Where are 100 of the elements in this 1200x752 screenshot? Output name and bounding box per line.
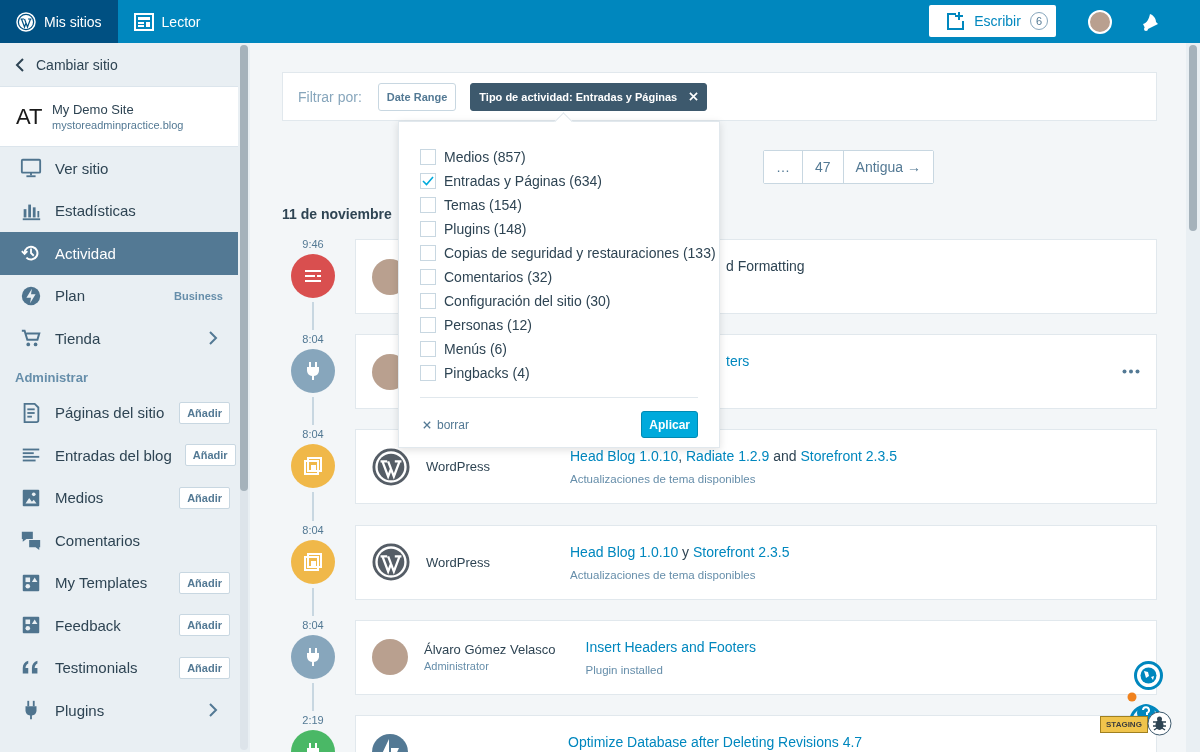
title-text: and [772,448,798,465]
activity-link[interactable]: Insert Headers and Footers [585,638,756,655]
activity-link[interactable]: Storefront 2.3.5 [693,543,790,560]
checkbox[interactable] [420,149,436,165]
sidebar-item-label: Estadísticas [55,202,137,220]
more-icon[interactable] [1122,369,1140,375]
reader-icon [133,12,154,31]
scrollbar-thumb[interactable] [240,45,248,491]
checkbox[interactable] [420,317,436,333]
speech-bubbles-icon [20,529,42,552]
layout-icon [303,551,323,572]
event-time: 9:46 [302,239,324,252]
sidebar-item-label: Páginas del sitio [55,404,166,422]
add-button[interactable]: Añadir [179,614,230,637]
checkbox-label: Copias de seguridad y restauraciones (133) [444,245,716,261]
section-heading: Administrar [14,368,89,387]
add-button[interactable]: Añadir [179,486,230,509]
site-name: My Demo Site [52,102,135,117]
activity-link[interactable]: Radiate 1.2.9 [686,448,770,465]
sidebar-item-label: Medios [55,489,105,507]
checkbox-label: Configuración del sitio (30) [444,293,611,309]
bolt-circle-icon [20,284,42,307]
checkmark-icon [422,176,434,186]
close-icon [423,420,431,429]
activity-link[interactable]: Head Blog 1.0.10 [570,543,679,560]
chevron-left-icon [14,56,26,73]
filter-button[interactable]: Tipo de actividad: Entradas y Páginas [470,82,708,111]
close-icon [689,92,699,101]
actor-name: Álvaro Gómez Velasco [424,642,556,658]
checkbox[interactable] [420,341,436,357]
plan-label: Business [174,289,223,302]
layout-icon [303,456,323,477]
checkbox[interactable] [420,269,436,285]
checkbox-label: Comentarios (32) [444,269,553,285]
actor-name: WordPress [426,459,492,475]
sidebar-item[interactable]: Estadísticas [0,189,238,232]
pagination-button[interactable]: … [764,151,803,183]
sidebar-item[interactable]: My Templates Añadir [0,561,238,604]
activity-link[interactable]: Optimize Database after Deleting Revisions 4.7 [568,733,863,750]
filter-label: Filtrar por: [298,88,362,105]
site-card[interactable]: AT My Demo Site mystoreadminpractice.blog [0,86,238,147]
apply-button[interactable]: Aplicar [641,411,698,438]
sidebar-item-label: Ver sitio [55,159,110,177]
sidebar-item[interactable]: Plugins [0,689,238,732]
sidebar-item[interactable]: Entradas del blog Añadir [0,434,238,477]
notification-bell-icon [1140,11,1160,32]
checkbox[interactable] [420,197,436,213]
checkbox-label: Medios (857) [444,149,526,165]
sidebar-item[interactable]: Comentarios [0,519,238,562]
reader-tab[interactable]: Lector [117,0,215,43]
monitor-icon [20,157,42,180]
sidebar-item[interactable]: Tienda [0,317,238,360]
sidebar-item[interactable]: Actividad [0,232,238,275]
checkbox-label: Entradas y Páginas (634) [444,173,602,189]
checkbox[interactable] [420,245,436,261]
sidebar-item-label: My Templates [55,574,149,592]
sidebar-item[interactable]: Plan Business [0,274,238,317]
write-button[interactable]: Escribir 6 [929,5,1056,37]
event-time: 8:04 [302,429,324,443]
filter-button[interactable]: Date Range [377,82,457,111]
checkbox-label: Personas (12) [444,317,532,333]
sidebar-item-label: Testimonials [55,659,139,677]
checkbox-label: Plugins (148) [444,221,527,237]
switch-site-link[interactable]: Cambiar sitio [0,43,238,86]
event-time: 8:04 [302,334,324,348]
add-button[interactable]: Añadir [184,444,236,467]
checkbox[interactable] [420,293,436,309]
checkbox[interactable] [420,221,436,237]
event-time: 2:19 [302,714,324,728]
my-sites-tab[interactable]: Mis sitios [0,0,118,43]
sidebar-item[interactable]: Ver sitio [0,147,238,190]
title-text: , [678,448,684,465]
actor-role: Administrator [424,660,490,673]
activity-link[interactable]: ters [726,353,750,370]
sidebar-item-label: Entradas del blog [55,446,172,464]
sidebar-item[interactable]: Feedback Añadir [0,604,238,647]
activity-link[interactable]: Storefront 2.3.5 [800,448,897,465]
activity-description: Plugin installed [585,663,664,676]
sidebar-item-label: Actividad [55,244,117,262]
checkbox[interactable] [420,173,436,189]
sidebar-item[interactable]: Páginas del sitio Añadir [0,391,238,434]
add-button[interactable]: Añadir [179,401,230,424]
add-button[interactable]: Añadir [179,571,230,594]
sidebar-item-label: Feedback [55,616,122,634]
checkbox-label: Menús (6) [444,341,508,357]
event-time: 8:04 [302,619,324,633]
add-button[interactable]: Añadir [179,656,230,679]
sidebar-item[interactable]: Medios Añadir [0,476,238,519]
title-text: y [681,543,691,560]
checkbox-label: Pingbacks (4) [444,365,530,381]
clear-link[interactable]: borrar [420,417,469,432]
event-time: 8:04 [302,524,324,538]
sidebar-item[interactable]: Testimonials Añadir [0,646,238,689]
activity-description: Actualizaciones de tema disponibles [570,568,757,581]
sidebar-item-label: Plugins [55,701,106,719]
scrollbar-thumb[interactable] [1189,45,1197,231]
avatar[interactable] [1088,9,1112,34]
site-initials: AT [16,103,42,130]
sidebar-item-label: Plan [55,287,87,305]
checkbox[interactable] [420,365,436,381]
